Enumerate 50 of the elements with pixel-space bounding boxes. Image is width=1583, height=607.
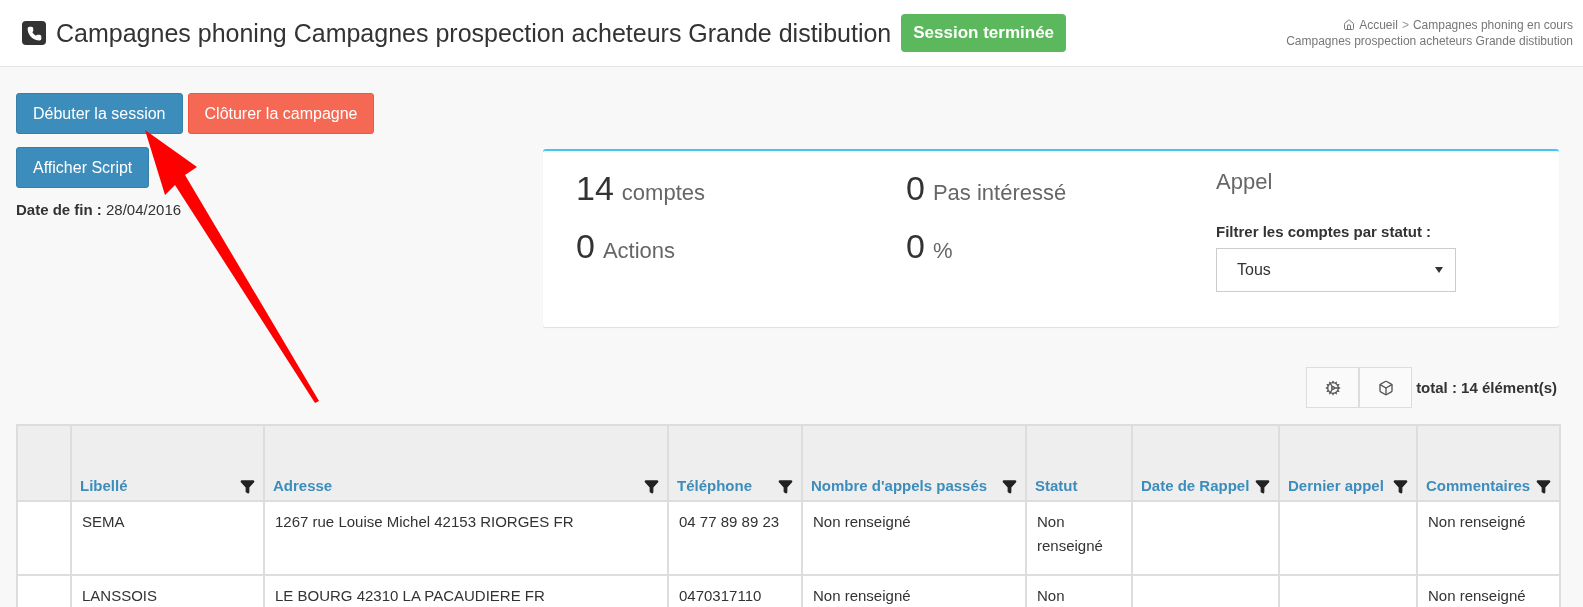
phone-icon — [22, 21, 46, 45]
column-header[interactable]: Date de Rappel — [1132, 425, 1279, 501]
stat-value: 0 — [576, 227, 595, 266]
table-cell: SEMA — [71, 501, 264, 575]
start-session-button[interactable]: Débuter la session — [16, 93, 183, 134]
close-campaign-button[interactable]: Clôturer la campagne — [187, 93, 375, 134]
stat-label: % — [932, 238, 953, 264]
table-cell: Non renseigné — [1026, 501, 1132, 575]
stat-label: Actions — [602, 238, 676, 264]
filter-label: Filtrer les comptes par statut : — [1216, 223, 1433, 240]
stat-value: 0 — [906, 227, 925, 266]
breadcrumb-separator: > — [1401, 18, 1409, 32]
end-date: Date de fin : 28/04/2016 — [16, 201, 183, 218]
table-cell: Non renseigné — [1417, 501, 1560, 575]
breadcrumb-link[interactable]: Campagnes phoning en cours — [1412, 18, 1573, 32]
column-header[interactable]: Commentaires — [1417, 425, 1560, 501]
filter-icon[interactable] — [1002, 479, 1017, 494]
filter-icon[interactable] — [1393, 479, 1408, 494]
column-header[interactable]: Nombre d'appels passés — [802, 425, 1026, 501]
stat-value: 0 — [906, 169, 925, 208]
cube-button[interactable] — [1359, 367, 1413, 408]
status-select[interactable]: Tous — [1216, 248, 1456, 292]
column-header[interactable]: Téléphone — [668, 425, 802, 501]
total-count: total : 14 élément(s) — [1416, 379, 1557, 396]
cube-icon — [1377, 379, 1394, 396]
table-cell: 04 77 89 89 23 — [668, 501, 802, 575]
filter-icon[interactable] — [1536, 479, 1551, 494]
column-header[interactable]: Dernier appel — [1279, 425, 1417, 501]
stat-value: 14 — [576, 169, 614, 208]
breadcrumb-link[interactable]: Accueil — [1359, 18, 1398, 32]
table-cell: Non renseigné — [802, 501, 1026, 575]
filter-icon[interactable] — [644, 479, 659, 494]
stat-label: Appel — [1216, 169, 1273, 195]
show-script-button[interactable]: Afficher Script — [16, 147, 150, 188]
column-header[interactable]: Adresse — [264, 425, 668, 501]
gears-icon — [1324, 379, 1341, 396]
caret-icon — [1435, 267, 1443, 273]
stat-label: comptes — [621, 180, 705, 206]
breadcrumb-current: Campagnes prospection acheteurs Grande distibution — [1286, 34, 1573, 48]
column-header[interactable]: Statut — [1026, 425, 1132, 501]
filter-icon[interactable] — [778, 479, 793, 494]
filter-icon[interactable] — [240, 479, 255, 494]
page-title: Campagnes phoning Campagnes prospection acheteurs Grande distibution — [56, 18, 892, 48]
stat-label: Pas intéressé — [932, 180, 1067, 206]
settings-button[interactable] — [1306, 367, 1360, 408]
home-icon — [1343, 19, 1356, 31]
table-cell: 1267 rue Louise Michel 42153 RIORGES FR — [264, 501, 668, 575]
status-badge: Session terminée — [901, 14, 1067, 52]
column-header[interactable]: Libellé — [71, 425, 264, 501]
filter-icon[interactable] — [1255, 479, 1270, 494]
